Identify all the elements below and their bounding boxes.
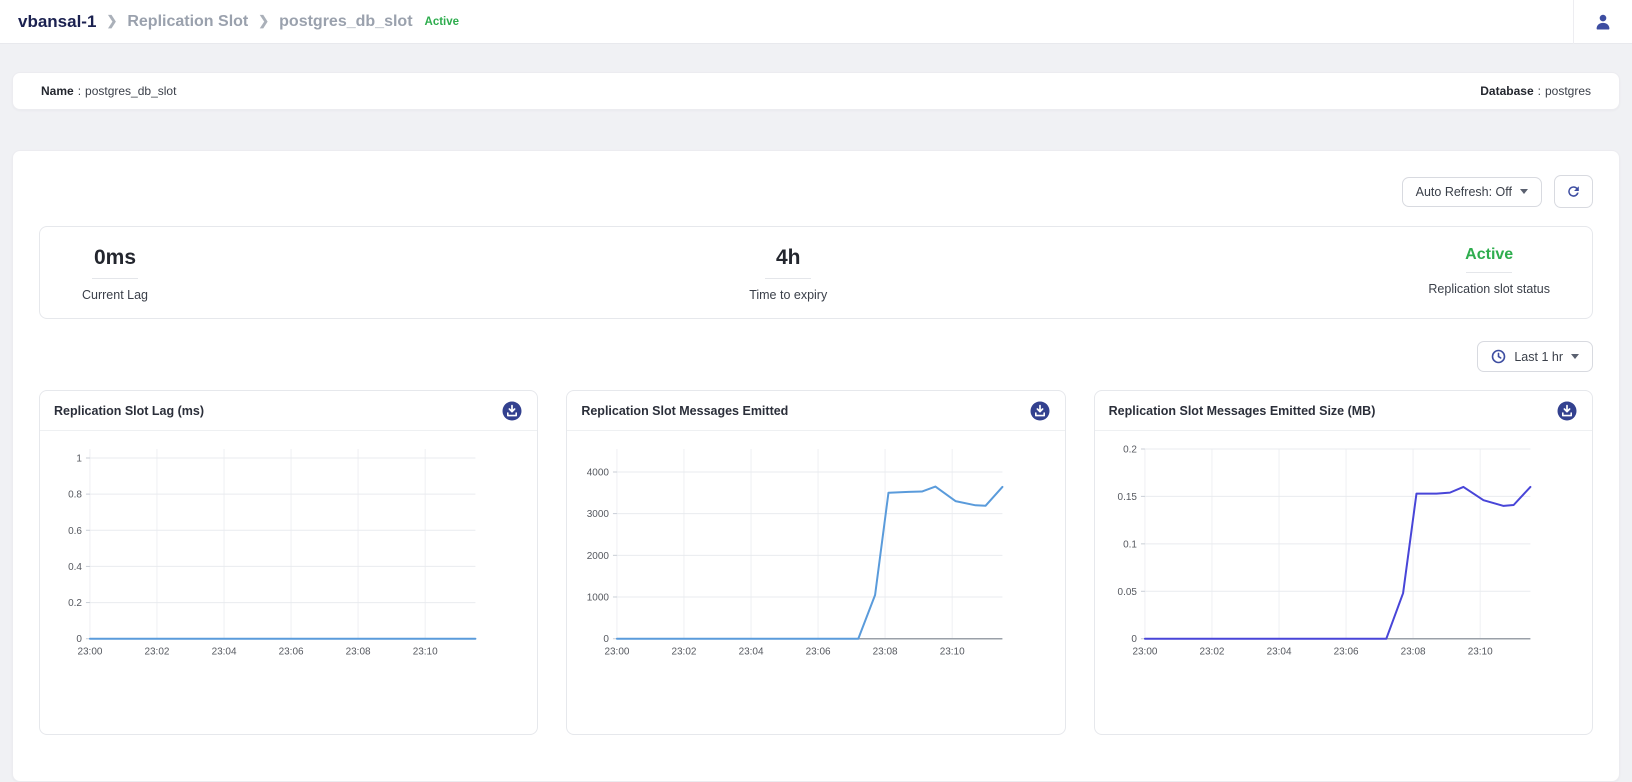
download-button[interactable]	[1029, 400, 1051, 422]
svg-text:23:02: 23:02	[672, 647, 697, 658]
stat-replication-status: Active Replication slot status	[1428, 245, 1550, 296]
svg-text:23:04: 23:04	[739, 647, 764, 658]
svg-text:0: 0	[1131, 634, 1137, 645]
svg-text:0.2: 0.2	[1123, 445, 1137, 456]
svg-text:0.05: 0.05	[1117, 587, 1137, 598]
stat-divider	[92, 278, 138, 279]
chart-header: Replication Slot Lag (ms)	[40, 391, 537, 431]
svg-text:23:04: 23:04	[212, 647, 237, 658]
auto-refresh-label: Auto Refresh: Off	[1416, 185, 1512, 199]
stat-time-to-expiry: 4h Time to expiry	[749, 245, 827, 302]
download-button[interactable]	[501, 400, 523, 422]
stat-value: 4h	[776, 245, 801, 270]
svg-text:1000: 1000	[587, 593, 610, 604]
svg-text:23:08: 23:08	[1400, 647, 1425, 658]
chart-plot-size: 23:00 23:02 23:04 23:06 23:08 23:10 0 0.05 0.1 0.…	[1095, 435, 1592, 675]
svg-text:23:02: 23:02	[1199, 647, 1224, 658]
auto-refresh-dropdown[interactable]: Auto Refresh: Off	[1402, 177, 1542, 207]
svg-text:23:06: 23:06	[806, 647, 831, 658]
svg-text:0.15: 0.15	[1117, 492, 1137, 503]
stat-label: Time to expiry	[749, 288, 827, 302]
chart-card-messages: Replication Slot Messages Emitted 23:002…	[566, 390, 1065, 735]
svg-text:0.6: 0.6	[68, 526, 82, 537]
slot-info-bar: Name:postgres_db_slot Database:postgres	[12, 72, 1620, 110]
chevron-right-icon: ❯	[106, 13, 117, 29]
svg-text:0.1: 0.1	[1123, 540, 1137, 551]
slot-database-label: Database	[1480, 84, 1533, 98]
svg-text:0: 0	[604, 634, 610, 645]
svg-text:4000: 4000	[587, 468, 610, 479]
chevron-down-icon	[1520, 189, 1528, 194]
svg-text:23:06: 23:06	[279, 647, 304, 658]
clock-icon	[1491, 349, 1506, 364]
breadcrumb: vbansal-1 ❯ Replication Slot ❯ postgres_…	[18, 12, 459, 32]
svg-text:23:00: 23:00	[605, 647, 630, 658]
chart-plot-messages: 23:00 23:02 23:04 23:06 23:08 23:10 0 1000 2000 3…	[567, 435, 1064, 675]
refresh-button[interactable]	[1554, 175, 1593, 208]
svg-text:23:00: 23:00	[77, 647, 102, 658]
slot-name-label: Name	[41, 84, 74, 98]
stat-current-lag: 0ms Current Lag	[82, 245, 148, 302]
summary-stats-bar: 0ms Current Lag 4h Time to expiry Active…	[39, 226, 1593, 319]
dashboard-toolbar: Auto Refresh: Off	[39, 175, 1593, 208]
time-range-dropdown[interactable]: Last 1 hr	[1477, 341, 1593, 372]
download-icon	[1029, 400, 1051, 422]
slot-name-field: Name:postgres_db_slot	[41, 84, 176, 98]
svg-text:23:10: 23:10	[413, 647, 438, 658]
svg-text:3000: 3000	[587, 509, 610, 520]
svg-text:0.8: 0.8	[68, 490, 82, 501]
dashboard-panel: Auto Refresh: Off 0ms Current Lag 4h Tim…	[12, 150, 1620, 782]
svg-text:23:08: 23:08	[346, 647, 371, 658]
stat-label: Current Lag	[82, 288, 148, 302]
svg-text:23:02: 23:02	[144, 647, 169, 658]
top-bar: vbansal-1 ❯ Replication Slot ❯ postgres_…	[0, 0, 1632, 44]
svg-text:0: 0	[76, 634, 82, 645]
chart-header: Replication Slot Messages Emitted Size (…	[1095, 391, 1592, 431]
download-icon	[501, 400, 523, 422]
breadcrumb-item-cluster[interactable]: vbansal-1	[18, 12, 96, 32]
refresh-icon	[1565, 183, 1582, 200]
download-button[interactable]	[1556, 400, 1578, 422]
svg-text:1: 1	[76, 454, 82, 465]
breadcrumb-item-slot: postgres_db_slot	[279, 13, 412, 31]
chevron-down-icon	[1571, 354, 1579, 359]
svg-text:2000: 2000	[587, 551, 610, 562]
stat-value: Active	[1465, 245, 1513, 264]
svg-text:0.4: 0.4	[68, 562, 82, 573]
chart-plot-lag: 23:00 23:02 23:04 23:06 23:08 23:10 0 0.2 0.4 0.6…	[40, 435, 537, 675]
person-icon	[1593, 12, 1613, 32]
chart-card-size: Replication Slot Messages Emitted Size (…	[1094, 390, 1593, 735]
svg-text:23:08: 23:08	[873, 647, 898, 658]
stat-label: Replication slot status	[1428, 282, 1550, 296]
chart-title: Replication Slot Messages Emitted	[581, 404, 788, 418]
chart-card-lag: Replication Slot Lag (ms) 23:0023:0223:0…	[39, 390, 538, 735]
svg-text:23:10: 23:10	[1467, 647, 1492, 658]
slot-name-value: postgres_db_slot	[85, 84, 176, 98]
charts-row: Replication Slot Lag (ms) 23:0023:0223:0…	[39, 390, 1593, 735]
stat-divider	[765, 278, 811, 279]
stat-divider	[1466, 272, 1512, 273]
svg-text:23:00: 23:00	[1132, 647, 1157, 658]
svg-text:23:10: 23:10	[940, 647, 965, 658]
chart-title: Replication Slot Lag (ms)	[54, 404, 204, 418]
time-range-label: Last 1 hr	[1514, 350, 1563, 364]
chevron-right-icon: ❯	[258, 13, 269, 29]
slot-database-value: postgres	[1545, 84, 1591, 98]
svg-text:23:06: 23:06	[1333, 647, 1358, 658]
svg-text:23:04: 23:04	[1266, 647, 1291, 658]
topbar-right	[1573, 0, 1632, 43]
time-range-row: Last 1 hr	[39, 341, 1593, 372]
stat-value: 0ms	[94, 245, 136, 270]
svg-text:0.2: 0.2	[68, 598, 82, 609]
download-icon	[1556, 400, 1578, 422]
breadcrumb-item-section[interactable]: Replication Slot	[127, 13, 248, 31]
chart-header: Replication Slot Messages Emitted	[567, 391, 1064, 431]
chart-title: Replication Slot Messages Emitted Size (…	[1109, 404, 1376, 418]
user-button[interactable]	[1574, 11, 1632, 33]
slot-database-field: Database:postgres	[1480, 84, 1591, 98]
status-badge: Active	[425, 16, 460, 28]
